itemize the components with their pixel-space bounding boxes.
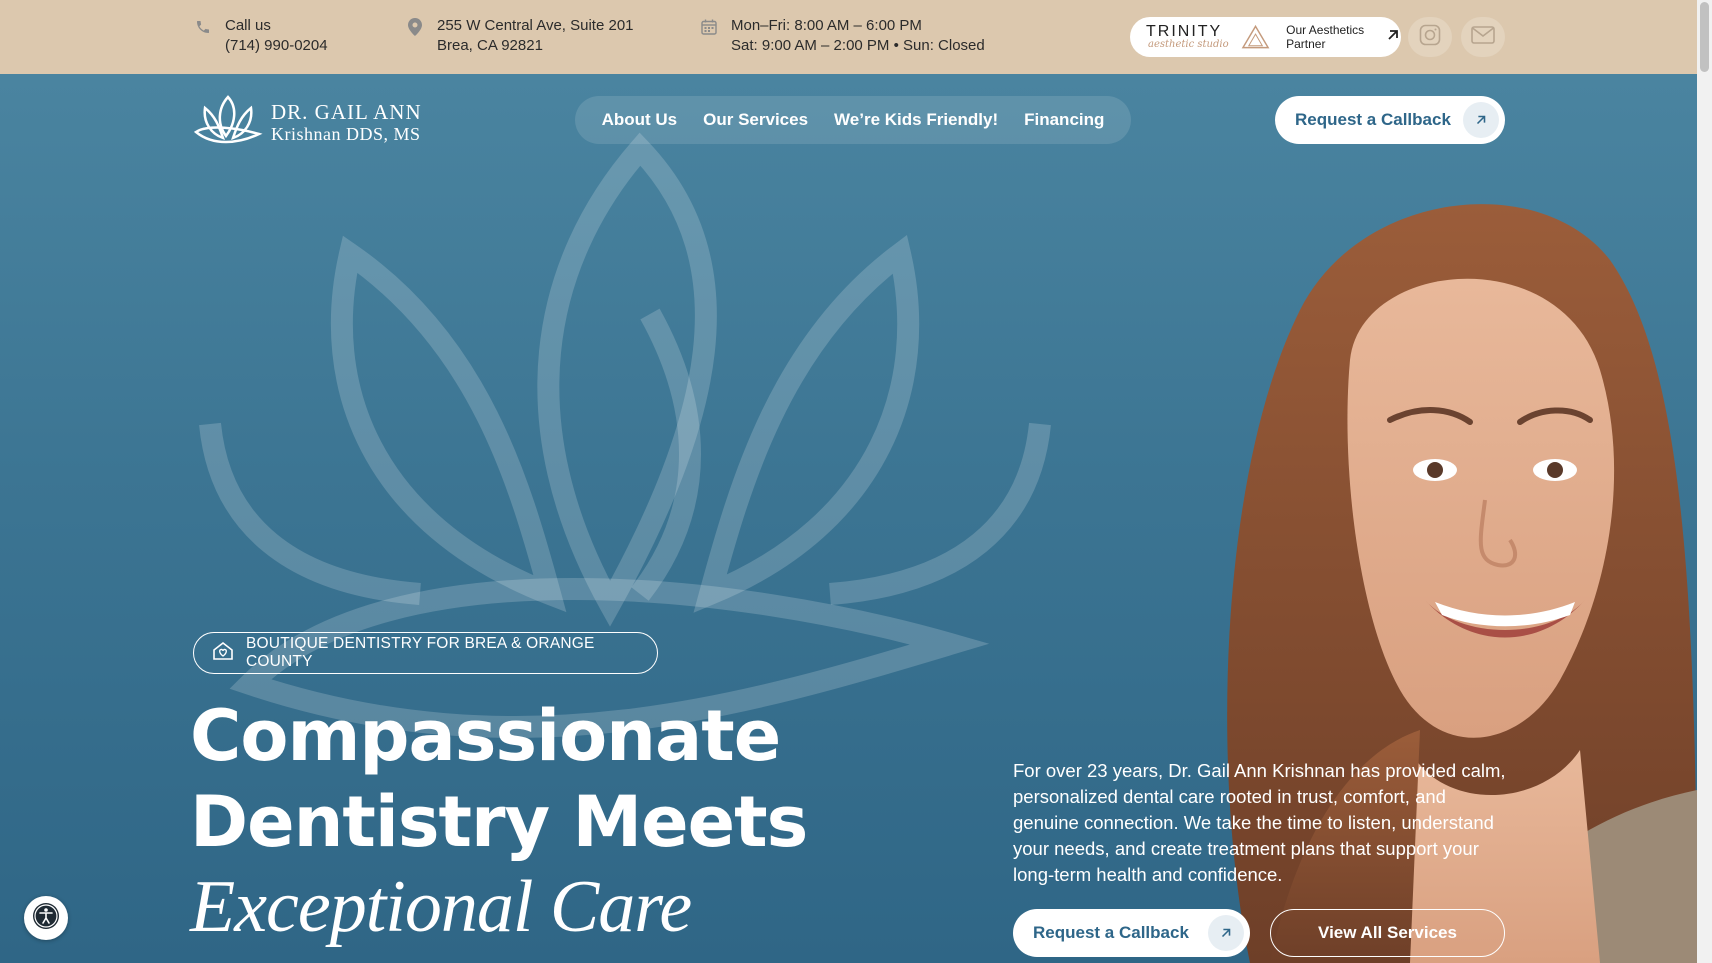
instagram-button[interactable]: [1408, 17, 1452, 57]
call-label: Call us: [225, 17, 271, 34]
address-info[interactable]: 255 W Central Ave, Suite 201 Brea, CA 92…: [405, 16, 634, 56]
page-scrollbar[interactable]: [1697, 0, 1712, 963]
header-callback-label: Request a Callback: [1295, 110, 1451, 129]
hero-callback-label: Request a Callback: [1033, 923, 1189, 942]
email-button[interactable]: [1461, 17, 1505, 57]
hero-title-line2: Dentistry Meets: [190, 781, 808, 863]
hero-section: DR. GAIL ANN Krishnan DDS, MS About Us O…: [0, 74, 1697, 963]
hero-description: For over 23 years, Dr. Gail Ann Krishnan…: [1013, 760, 1506, 885]
hero-title-line3: Exceptional Care: [190, 866, 692, 948]
address-line2: Brea, CA 92821: [437, 37, 543, 54]
hours-line1: Mon–Fri: 8:00 AM – 6:00 PM: [731, 17, 922, 34]
phone-icon: [193, 17, 213, 37]
address-line1: 255 W Central Ave, Suite 201: [437, 17, 634, 34]
hero-request-callback-button[interactable]: Request a Callback: [1013, 909, 1250, 957]
mail-icon: [1471, 25, 1495, 49]
partner-label: Our Aesthetics Partner: [1286, 23, 1365, 51]
nav-financing[interactable]: Financing: [1024, 110, 1104, 130]
location-pin-icon: [405, 17, 425, 37]
main-nav: About Us Our Services We’re Kids Friendl…: [575, 96, 1131, 144]
accessibility-button[interactable]: [24, 896, 68, 940]
arrow-up-right-icon: [1385, 27, 1401, 48]
hero-title-line1: Compassionate: [190, 695, 781, 777]
hero-badge: BOUTIQUE DENTISTRY FOR BREA & ORANGE COU…: [193, 632, 658, 674]
nav-our-services[interactable]: Our Services: [703, 110, 808, 130]
top-info-bar: Call us (714) 990-0204 255 W Central Ave…: [0, 0, 1697, 74]
hours-line2: Sat: 9:00 AM – 2:00 PM • Sun: Closed: [731, 37, 985, 54]
instagram-icon: [1419, 24, 1441, 51]
logo-line1: DR. GAIL ANN: [271, 99, 422, 124]
arrow-up-right-icon: [1208, 915, 1244, 951]
home-heart-icon: [212, 641, 234, 666]
trinity-logo: TRINITY aesthetic studio: [1146, 23, 1229, 50]
scrollbar-thumb[interactable]: [1700, 2, 1709, 72]
nav-about-us[interactable]: About Us: [602, 110, 678, 130]
badge-text: BOUTIQUE DENTISTRY FOR BREA & ORANGE COU…: [246, 635, 595, 670]
nav-kids-friendly[interactable]: We’re Kids Friendly!: [834, 110, 998, 130]
call-info[interactable]: Call us (714) 990-0204: [193, 16, 328, 56]
site-logo[interactable]: DR. GAIL ANN Krishnan DDS, MS: [193, 94, 422, 151]
view-all-services-button[interactable]: View All Services: [1270, 909, 1505, 957]
phone-number[interactable]: (714) 990-0204: [225, 36, 328, 56]
header-request-callback-button[interactable]: Request a Callback: [1275, 96, 1505, 144]
trinity-triangle-icon: [1241, 24, 1270, 49]
accessibility-icon: [31, 901, 61, 936]
logo-line2: Krishnan DDS, MS: [271, 123, 421, 144]
calendar-icon: [699, 17, 719, 37]
hours-info: Mon–Fri: 8:00 AM – 6:00 PM Sat: 9:00 AM …: [699, 16, 985, 56]
lotus-logo-icon: [193, 94, 263, 151]
aesthetics-partner-link[interactable]: TRINITY aesthetic studio Our Aesthetics …: [1130, 17, 1401, 57]
arrow-up-right-icon: [1463, 102, 1499, 138]
